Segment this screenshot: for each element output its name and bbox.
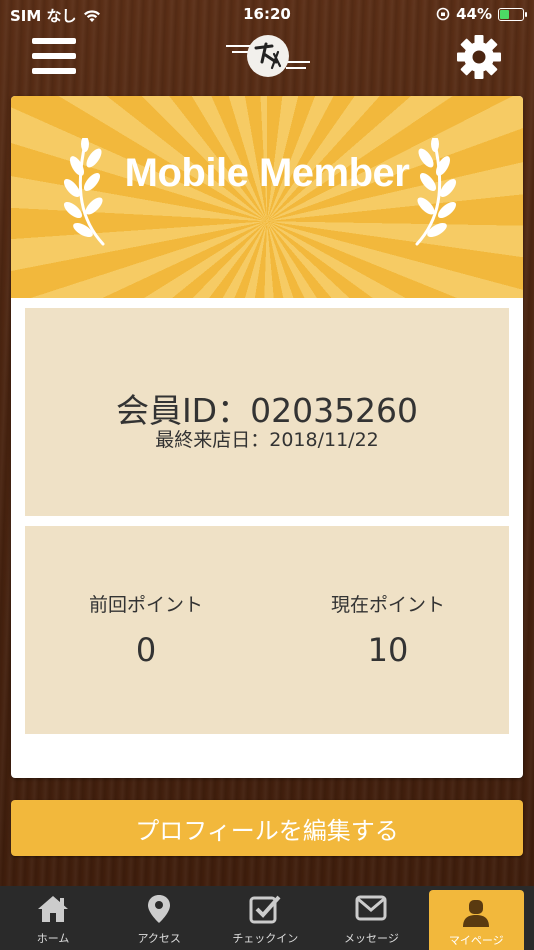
checkbox-icon — [249, 895, 281, 924]
last-visit-date: 最終来店日：2018/11/22 — [155, 429, 379, 451]
previous-points-label: 前回ポイント — [88, 594, 203, 616]
tab-mypage[interactable]: マイページ — [428, 890, 525, 950]
tab-bar: ホーム アクセス チェックイン メッセージ マイページ — [0, 886, 534, 950]
member-card: Mobile Member 会員ID：02035260 最終来店日：2018/1… — [11, 96, 523, 778]
tab-checkin-label: チェックイン — [232, 932, 299, 945]
previous-points: 前回ポイント 0 — [25, 590, 267, 669]
tab-home[interactable]: ホーム — [0, 886, 106, 950]
previous-points-value: 0 — [135, 631, 157, 669]
member-banner: Mobile Member — [11, 96, 523, 298]
member-id-panel: 会員ID：02035260 最終来店日：2018/11/22 — [25, 308, 509, 516]
map-pin-icon — [148, 895, 171, 923]
app-header — [0, 28, 534, 84]
battery-fill — [500, 9, 509, 19]
restaurant-logo — [226, 35, 310, 77]
battery-icon — [498, 7, 527, 21]
tab-message-label: メッセージ — [344, 932, 399, 945]
current-points-label: 現在ポイント — [330, 594, 445, 616]
current-points: 現在ポイント 10 — [267, 590, 509, 669]
status-right: 44% — [436, 5, 527, 23]
gear-icon[interactable] — [456, 34, 502, 80]
tab-access[interactable]: アクセス — [106, 886, 212, 950]
current-points-value: 10 — [367, 631, 409, 669]
hamburger-menu-icon[interactable] — [32, 38, 76, 74]
envelope-icon — [355, 895, 387, 921]
tab-home-label: ホーム — [36, 932, 70, 945]
points-panel: 前回ポイント 0 現在ポイント 10 — [25, 526, 509, 734]
laurel-icon — [415, 138, 457, 246]
user-icon — [463, 900, 490, 927]
tab-message[interactable]: メッセージ — [318, 886, 424, 950]
orientation-lock-icon — [436, 7, 450, 21]
battery-percent: 44% — [456, 5, 492, 23]
tab-access-label: アクセス — [137, 932, 181, 945]
tab-checkin[interactable]: チェックイン — [212, 886, 318, 950]
home-icon — [38, 896, 69, 922]
tab-mypage-label: マイページ — [448, 934, 504, 947]
status-bar: SIM なし 16:20 44% — [0, 0, 534, 28]
edit-profile-button[interactable]: プロフィールを編集する — [11, 800, 523, 856]
